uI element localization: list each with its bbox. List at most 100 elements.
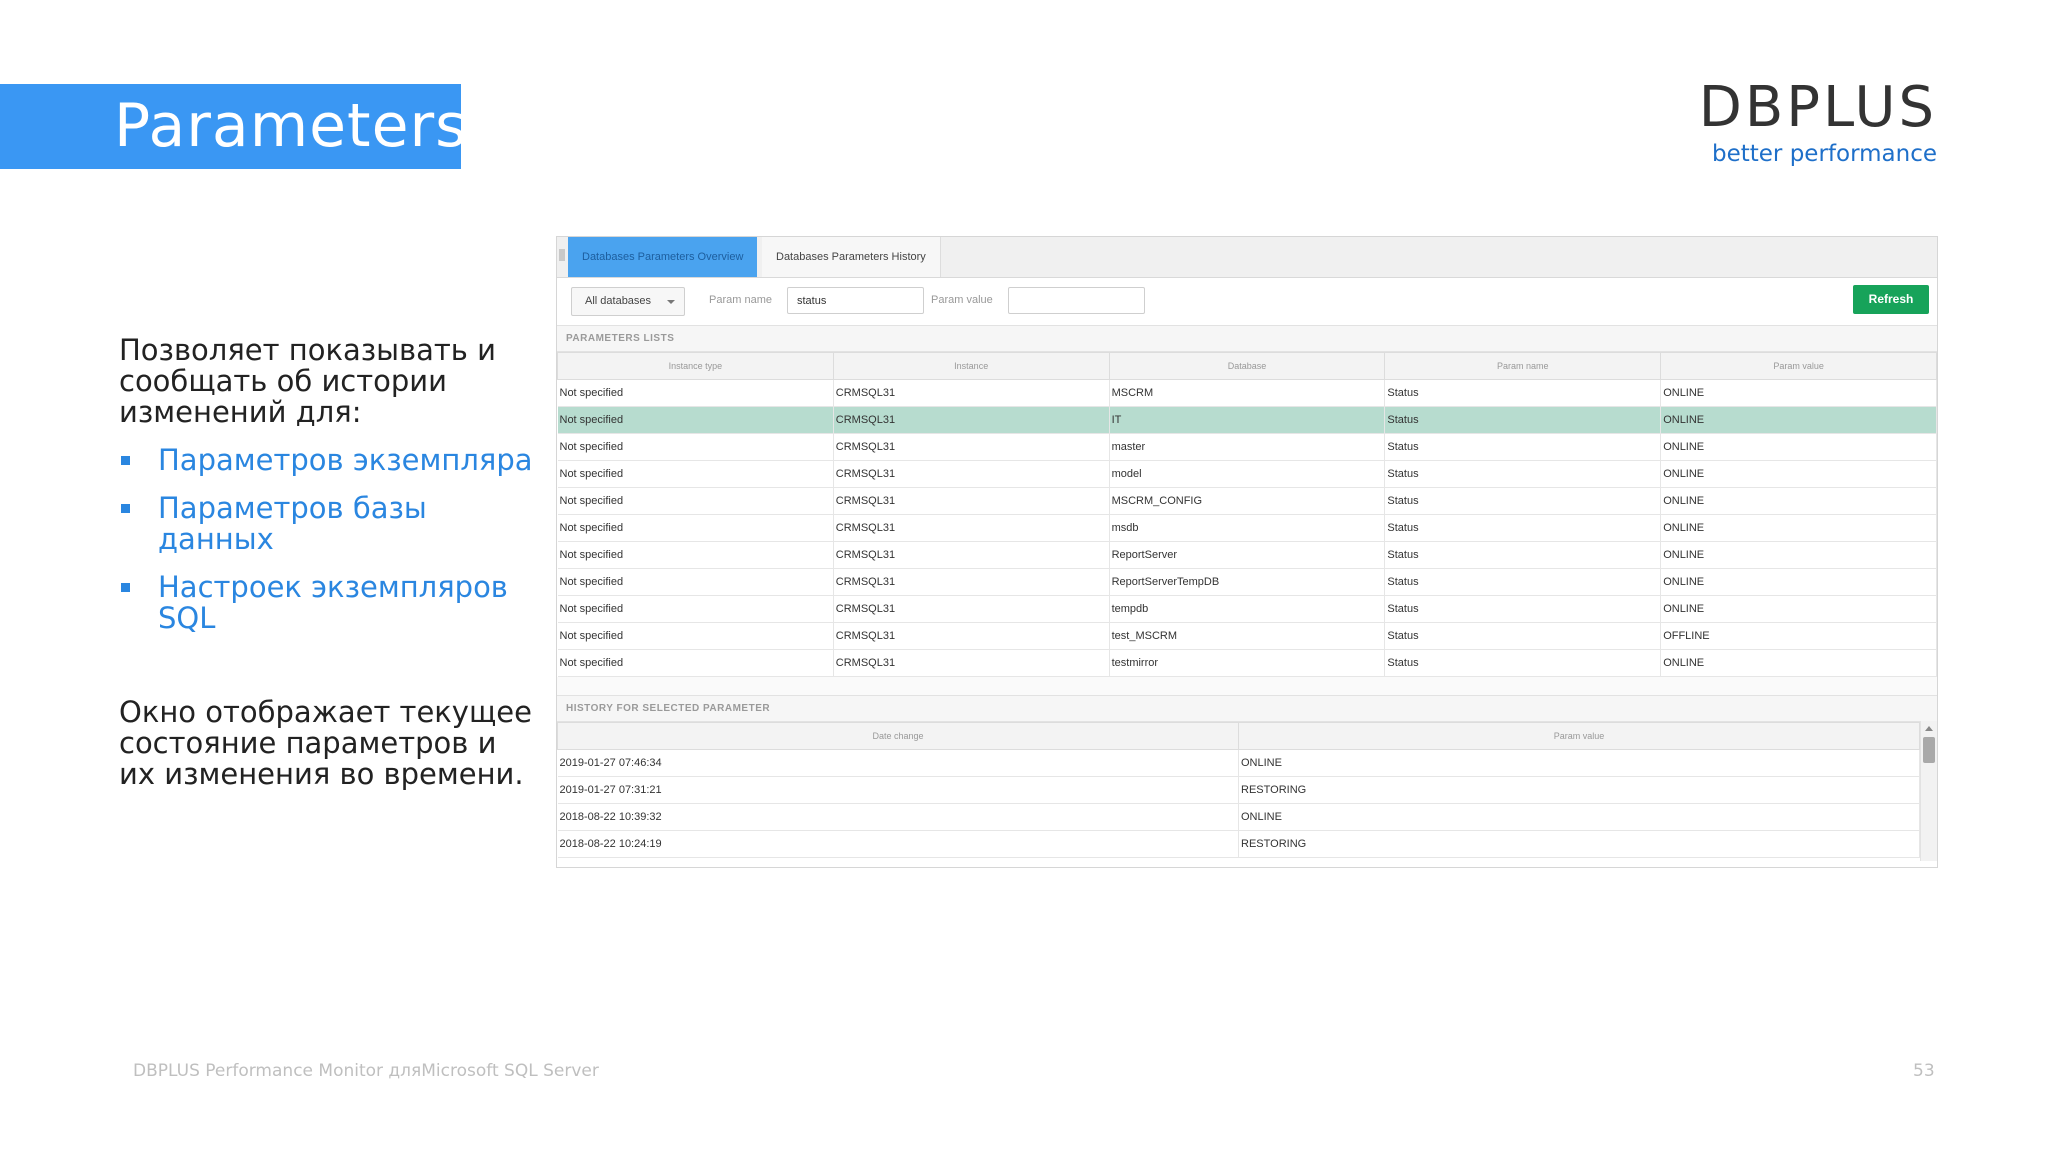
cell: CRMSQL31	[833, 541, 1110, 569]
cell: CRMSQL31	[833, 460, 1110, 488]
cell: test_MSCRM	[1109, 622, 1386, 650]
feature-item: Параметров базы данных	[119, 493, 539, 555]
cell: Not specified	[557, 568, 834, 596]
cell: ONLINE	[1660, 595, 1937, 623]
cell: Status	[1384, 541, 1662, 569]
tab-parameters-history[interactable]: Databases Parameters History	[762, 237, 941, 277]
cell: CRMSQL31	[833, 406, 1110, 434]
refresh-button[interactable]: Refresh	[1853, 285, 1929, 314]
feature-label: Параметров экземпляра	[158, 443, 533, 477]
slide-title: Parameters	[114, 91, 468, 161]
table-row[interactable]: Not specified CRMSQL31 MSCRM_CONFIG Status O…	[557, 487, 1937, 515]
cell: Status	[1384, 514, 1662, 542]
feature-label: Параметров базы данных	[158, 491, 427, 556]
bullet-icon	[121, 504, 130, 513]
history-table: Date change Param value 2019-01-27 07:46…	[557, 722, 1920, 858]
dbplus-logo: DBPLUS better performance	[1699, 78, 1937, 168]
feature-list: Параметров экземпляра Параметров базы да…	[119, 445, 539, 651]
column-header[interactable]: Param value	[1660, 352, 1937, 380]
cell: RESTORING	[1238, 776, 1920, 804]
cell: Not specified	[557, 406, 834, 434]
cell: 2019-01-27 07:31:21	[557, 776, 1239, 804]
cell: CRMSQL31	[833, 568, 1110, 596]
database-select[interactable]: All databases	[571, 287, 685, 316]
cell: MSCRM_CONFIG	[1109, 487, 1386, 515]
drag-handle-icon[interactable]	[559, 249, 565, 261]
history-row[interactable]: 2019-01-27 07:31:21 RESTORING	[557, 776, 1920, 804]
chevron-down-icon	[667, 300, 675, 304]
feature-item: Параметров экземпляра	[119, 445, 539, 476]
table-spacer	[557, 677, 1937, 696]
cell: CRMSQL31	[833, 433, 1110, 461]
cell: Status	[1384, 595, 1662, 623]
column-header[interactable]: Param value	[1238, 722, 1920, 750]
table-row[interactable]: Not specified CRMSQL31 MSCRM Status ONLINE	[557, 379, 1937, 407]
cell: ONLINE	[1660, 514, 1937, 542]
cell: ReportServer	[1109, 541, 1386, 569]
scroll-up-icon[interactable]	[1925, 726, 1933, 731]
param-value-label: Param value	[931, 294, 993, 306]
cell: Status	[1384, 406, 1662, 434]
cell: ONLINE	[1660, 379, 1937, 407]
cell: ReportServerTempDB	[1109, 568, 1386, 596]
param-name-input[interactable]: status	[787, 287, 924, 314]
cell: Status	[1384, 433, 1662, 461]
cell: CRMSQL31	[833, 622, 1110, 650]
table-row[interactable]: Not specified CRMSQL31 tempdb Status ONLINE	[557, 595, 1937, 623]
cell: model	[1109, 460, 1386, 488]
cell: CRMSQL31	[833, 595, 1110, 623]
cell: Not specified	[557, 622, 834, 650]
cell: Not specified	[557, 379, 834, 407]
column-header[interactable]: Instance	[832, 352, 1110, 380]
history-scrollbar[interactable]	[1920, 721, 1937, 861]
cell: Not specified	[557, 541, 834, 569]
cell: msdb	[1109, 514, 1386, 542]
column-header[interactable]: Database	[1108, 352, 1386, 380]
table-row[interactable]: Not specified CRMSQL31 ReportServer Status O…	[557, 541, 1937, 569]
cell: 2018-08-22 10:39:32	[557, 803, 1239, 831]
database-select-value: All databases	[585, 295, 652, 307]
column-header[interactable]: Instance type	[557, 352, 834, 380]
cell: IT	[1109, 406, 1386, 434]
cell: testmirror	[1109, 649, 1386, 677]
cell: ONLINE	[1238, 803, 1920, 831]
tab-parameters-overview[interactable]: Databases Parameters Overview	[568, 237, 758, 277]
cell: CRMSQL31	[833, 514, 1110, 542]
cell: 2019-01-27 07:46:34	[557, 749, 1239, 777]
history-row[interactable]: 2019-01-27 07:46:34 ONLINE	[557, 749, 1920, 777]
cell: ONLINE	[1660, 406, 1937, 434]
filter-toolbar: All databases Param name status Param va…	[557, 278, 1937, 326]
table-row[interactable]: Not specified CRMSQL31 msdb Status ONLINE	[557, 514, 1937, 542]
cell: MSCRM	[1109, 379, 1386, 407]
cell: CRMSQL31	[833, 487, 1110, 515]
column-header[interactable]: Date change	[557, 722, 1239, 750]
history-panel: HISTORY FOR SELECTED PARAMETER Date chan…	[557, 696, 1937, 861]
cell: Not specified	[557, 433, 834, 461]
cell: 2018-08-22 10:24:19	[557, 830, 1239, 858]
table-row[interactable]: Not specified CRMSQL31 testmirror Status ONL…	[557, 649, 1937, 677]
cell: OFFLINE	[1660, 622, 1937, 650]
cell: Not specified	[557, 487, 834, 515]
table-row[interactable]: Not specified CRMSQL31 master Status ONLINE	[557, 433, 1937, 461]
cell: ONLINE	[1238, 749, 1920, 777]
cell: Status	[1384, 487, 1662, 515]
cell: ONLINE	[1660, 541, 1937, 569]
cell: Not specified	[557, 649, 834, 677]
footer-caption: DBPLUS Performance Monitor дляMicrosoft …	[133, 1061, 599, 1081]
table-row[interactable]: Not specified CRMSQL31 ReportServerTempDB S…	[557, 568, 1937, 596]
bullet-icon	[121, 456, 130, 465]
table-row[interactable]: Not specified CRMSQL31 test_MSCRM Status OFF…	[557, 622, 1937, 650]
page-number: 53	[1913, 1061, 1935, 1081]
cell: ONLINE	[1660, 568, 1937, 596]
cell: ONLINE	[1660, 433, 1937, 461]
column-header[interactable]: Param name	[1384, 352, 1662, 380]
tab-bar: Databases Parameters Overview Databases …	[557, 237, 1937, 278]
history-section-title: HISTORY FOR SELECTED PARAMETER	[557, 696, 1937, 722]
scroll-thumb[interactable]	[1923, 737, 1935, 763]
param-value-input[interactable]	[1008, 287, 1145, 314]
table-row-selected[interactable]: Not specified CRMSQL31 IT Status ONLINE	[557, 406, 1937, 434]
cell: tempdb	[1109, 595, 1386, 623]
history-row[interactable]: 2018-08-22 10:39:32 ONLINE	[557, 803, 1920, 831]
table-row[interactable]: Not specified CRMSQL31 model Status ONLINE	[557, 460, 1937, 488]
history-row[interactable]: 2018-08-22 10:24:19 RESTORING	[557, 830, 1920, 858]
